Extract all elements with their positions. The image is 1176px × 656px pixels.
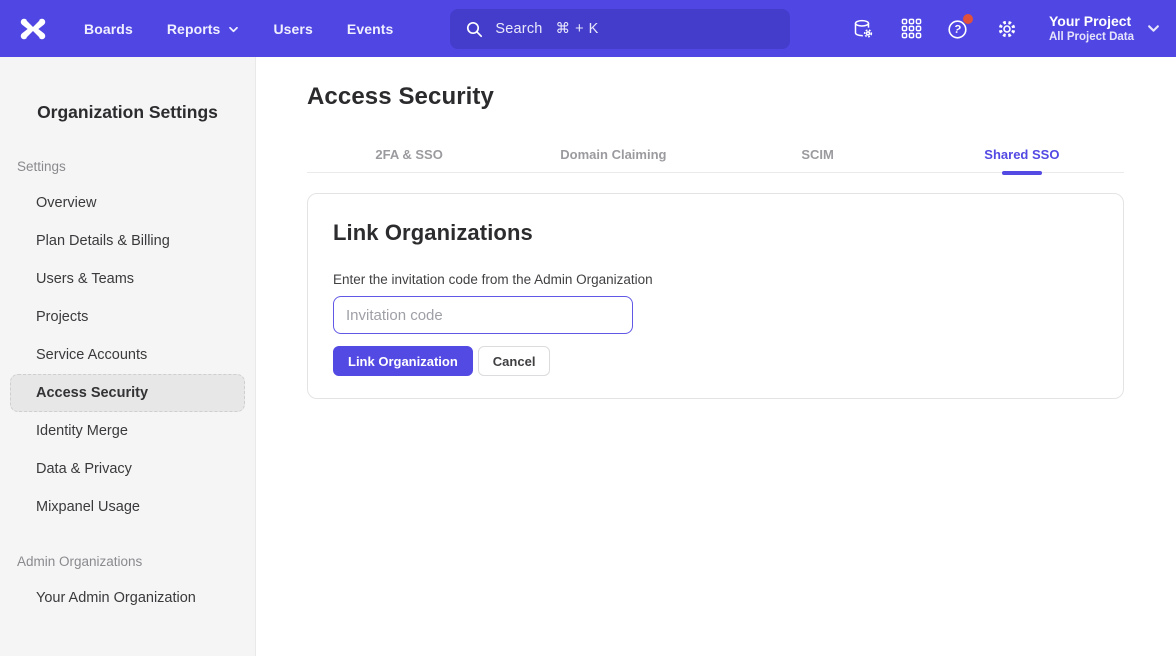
nav-item-users[interactable]: Users bbox=[256, 0, 329, 57]
nav-item-label: Users bbox=[273, 21, 312, 37]
mixpanel-logo-icon[interactable] bbox=[18, 17, 48, 41]
tab-domain-claiming[interactable]: Domain Claiming bbox=[511, 137, 715, 172]
sidebar-item-your-admin-organization[interactable]: Your Admin Organization bbox=[10, 579, 245, 617]
sidebar-title: Organization Settings bbox=[0, 101, 255, 123]
help-button[interactable]: ? bbox=[947, 17, 971, 41]
access-security-tabs: 2FA & SSO Domain Claiming SCIM Shared SS… bbox=[307, 137, 1124, 173]
sidebar-admin-list: Your Admin Organization bbox=[0, 579, 255, 617]
sidebar-item-service-accounts[interactable]: Service Accounts bbox=[10, 336, 245, 374]
chevron-down-icon bbox=[228, 26, 239, 33]
project-scope: All Project Data bbox=[1049, 30, 1134, 44]
sidebar-item-mixpanel-usage[interactable]: Mixpanel Usage bbox=[10, 488, 245, 526]
nav-item-reports[interactable]: Reports bbox=[150, 0, 257, 57]
app-window: Boards Reports Users Events Search ⌘ + K bbox=[0, 0, 1176, 656]
settings-sidebar: Organization Settings Settings Overview … bbox=[0, 57, 256, 656]
project-switcher-texts: Your Project All Project Data bbox=[1049, 13, 1134, 45]
link-organization-button[interactable]: Link Organization bbox=[333, 346, 473, 376]
sidebar-section-admin-organizations: Admin Organizations bbox=[0, 554, 255, 570]
page-layout: Organization Settings Settings Overview … bbox=[0, 57, 1176, 656]
nav-item-events[interactable]: Events bbox=[330, 0, 411, 57]
invitation-code-input[interactable] bbox=[333, 296, 633, 334]
search-input[interactable]: Search ⌘ + K bbox=[450, 9, 790, 49]
main-content: Access Security 2FA & SSO Domain Claimin… bbox=[256, 57, 1176, 656]
sidebar-settings-list: Overview Plan Details & Billing Users & … bbox=[0, 184, 255, 526]
sidebar-section-settings: Settings bbox=[0, 159, 255, 175]
cancel-button[interactable]: Cancel bbox=[478, 346, 551, 376]
project-name: Your Project bbox=[1049, 13, 1131, 31]
navbar-actions: ? Your Project All Project Data bbox=[851, 13, 1160, 45]
invitation-code-label: Enter the invitation code from the Admin… bbox=[333, 272, 1098, 288]
sidebar-item-projects[interactable]: Projects bbox=[10, 298, 245, 336]
data-management-icon bbox=[851, 17, 875, 41]
tab-2fa-sso[interactable]: 2FA & SSO bbox=[307, 137, 511, 172]
tab-scim[interactable]: SCIM bbox=[716, 137, 920, 172]
sidebar-item-plan-details-billing[interactable]: Plan Details & Billing bbox=[10, 222, 245, 260]
nav-item-boards[interactable]: Boards bbox=[67, 0, 150, 57]
tab-shared-sso[interactable]: Shared SSO bbox=[920, 137, 1124, 172]
nav-item-label: Reports bbox=[167, 21, 221, 37]
chevron-down-icon bbox=[1147, 24, 1160, 33]
nav-item-label: Boards bbox=[84, 21, 133, 37]
nav-item-label: Events bbox=[347, 21, 394, 37]
link-organizations-card: Link Organizations Enter the invitation … bbox=[307, 193, 1124, 399]
data-management-button[interactable] bbox=[851, 17, 875, 41]
notification-dot bbox=[963, 14, 973, 24]
apps-grid-icon bbox=[900, 17, 923, 40]
sidebar-item-data-privacy[interactable]: Data & Privacy bbox=[10, 450, 245, 488]
search-icon bbox=[464, 19, 484, 39]
apps-grid-button[interactable] bbox=[899, 17, 923, 41]
sidebar-item-users-teams[interactable]: Users & Teams bbox=[10, 260, 245, 298]
sidebar-item-overview[interactable]: Overview bbox=[10, 184, 245, 222]
search-placeholder: Search bbox=[495, 21, 542, 37]
settings-gear-icon bbox=[995, 17, 1019, 41]
card-button-row: Link Organization Cancel bbox=[333, 346, 1098, 376]
top-navbar: Boards Reports Users Events Search ⌘ + K bbox=[0, 0, 1176, 57]
settings-button[interactable] bbox=[995, 17, 1019, 41]
primary-nav: Boards Reports Users Events bbox=[67, 0, 410, 57]
project-switcher[interactable]: Your Project All Project Data bbox=[1049, 13, 1160, 45]
card-title: Link Organizations bbox=[333, 220, 1098, 246]
search-shortcut: ⌘ + K bbox=[556, 21, 599, 37]
page-title: Access Security bbox=[307, 82, 1176, 111]
sidebar-item-identity-merge[interactable]: Identity Merge bbox=[10, 412, 245, 450]
sidebar-item-access-security[interactable]: Access Security bbox=[10, 374, 245, 412]
